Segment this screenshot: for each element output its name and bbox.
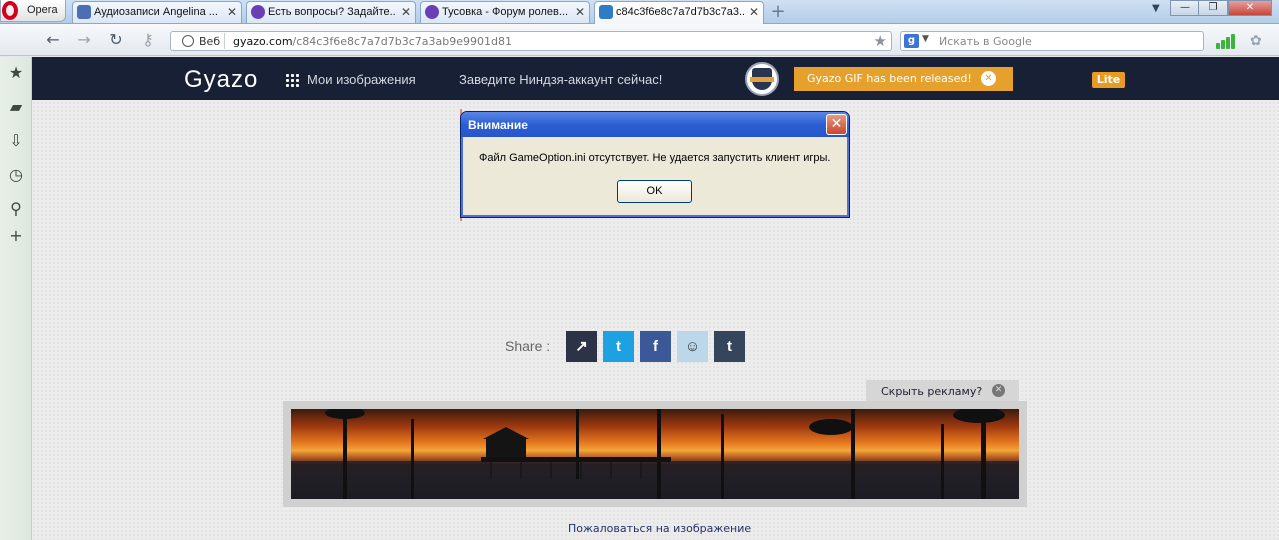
hide-ad-label: Скрыть рекламу? [881,385,983,398]
notes-icon[interactable]: ▰ [6,97,26,117]
key-icon[interactable]: ⚷ [137,30,159,50]
ninja-account-link[interactable]: Заведите Ниндзя-аккаунт сейчас! [459,72,662,87]
warning-dialog: Внимание ✕ Файл GameOption.ini отсутству… [461,112,849,217]
ninja-badge-icon[interactable] [745,62,779,96]
gif-announcement-text: Gyazo GIF has been released! [807,72,972,85]
search-engine-chevron-down-icon[interactable]: ▼ [922,34,929,44]
close-icon[interactable]: ✕ [992,384,1005,397]
opera-logo-icon [2,1,18,20]
dialog-message: Файл GameOption.ini отсутствует. Не удае… [479,152,831,164]
ninja-band-icon [750,77,774,82]
ad-banner-image[interactable] [291,409,1019,499]
tumblr-icon: t [727,338,732,355]
bookmark-star-icon[interactable]: ★ [874,32,887,50]
tumblr-button[interactable]: t [714,331,745,362]
minimize-button[interactable]: — [1170,0,1200,16]
facebook-button[interactable]: f [640,331,671,362]
tab-close-icon[interactable]: ✕ [575,5,585,19]
my-images-link[interactable]: Мои изображения [307,72,416,87]
tab-favicon-icon [251,5,265,19]
globe-icon [182,35,194,47]
side-panel: ★ ▰ ⇩ ◷ ⚲ + [0,57,32,540]
lite-badge[interactable]: Lite [1092,72,1125,88]
grid-icon[interactable] [285,73,299,87]
bookmarks-star-icon[interactable]: ★ [6,63,26,83]
tab-questions[interactable]: Есть вопросы? Задайте... ✕ [246,1,416,23]
url-text[interactable]: gyazo.com/c84c3f6e8c7a7d7b3c7a3ab9e9901d… [233,35,512,48]
address-field[interactable]: Веб gyazo.com/c84c3f6e8c7a7d7b3c7a3ab9e9… [170,31,892,51]
share-label: Share : [505,338,551,354]
tab-close-icon[interactable]: ✕ [401,5,411,19]
share-button[interactable]: ↗ [566,331,597,362]
google-icon[interactable]: g [904,34,919,48]
search-placeholder: Искать в Google [939,35,1032,48]
gif-announcement-banner[interactable]: Gyazo GIF has been released! ✕ [794,67,1013,91]
dialog-close-button[interactable]: ✕ [826,114,847,135]
ad-frame [283,401,1027,507]
tab-audio[interactable]: Аудиозаписи Angelina ... ✕ [72,1,242,23]
opera-menu-label: Opera [27,4,58,16]
address-toolbar: ← → ↻ ⚷ Веб gyazo.com/c84c3f6e8c7a7d7b3c… [0,24,1279,56]
search-field[interactable]: g ▼ Искать в Google [900,31,1204,51]
hide-ad-tab[interactable]: Скрыть рекламу? ✕ [866,380,1019,402]
add-panel-icon[interactable]: + [6,226,26,246]
gyazo-header: Gyazo Мои изображения Заведите Ниндзя-ак… [32,57,1279,100]
site-info-badge[interactable]: Веб [173,33,225,49]
unite-paw-icon[interactable]: ✿ [1250,33,1262,49]
dialog-title-bar: Внимание ✕ [461,112,849,137]
reddit-icon: ☺ [684,338,701,355]
gyazo-logo[interactable]: Gyazo [184,66,258,94]
tab-close-icon[interactable]: ✕ [749,5,759,19]
forward-icon[interactable]: → [73,30,95,50]
close-icon[interactable]: ✕ [981,71,996,86]
opera-menu-button[interactable]: Opera [0,0,66,22]
tab-title: c84c3f6e8c7a7d7b3c7a3... [616,6,744,18]
back-icon[interactable]: ← [42,30,64,50]
tab-title: Аудиозаписи Angelina ... [94,6,218,18]
tab-strip: Opera Аудиозаписи Angelina ... ✕ Есть во… [0,0,1279,24]
history-icon[interactable]: ◷ [6,165,26,185]
network-signal-icon[interactable] [1216,33,1235,49]
new-tab-icon[interactable]: + [768,2,788,22]
tab-forum[interactable]: Тусовка - Форум ролев... ✕ [420,1,590,23]
tab-gyazo-active[interactable]: c84c3f6e8c7a7d7b3c7a3... ✕ [594,1,764,24]
twitter-button[interactable]: t [603,331,634,362]
tab-favicon-icon [425,5,439,19]
site-info-label: Веб [199,35,221,48]
tab-favicon-icon [77,5,91,19]
tab-title: Есть вопросы? Задайте... [268,6,396,18]
ok-button[interactable]: OK [617,180,692,203]
tab-close-icon[interactable]: ✕ [227,5,237,19]
facebook-icon: f [653,338,658,355]
pier-sunset-illustration [291,409,1019,499]
dialog-title: Внимание [468,118,528,132]
tab-title: Тусовка - Форум ролев... [442,6,569,18]
close-window-button[interactable]: ✕ [1228,0,1272,16]
url-host: gyazo.com [233,35,293,48]
reddit-button[interactable]: ☺ [677,331,708,362]
web-page: Gyazo Мои изображения Заведите Ниндзя-ак… [32,57,1279,540]
tab-menu-chevron-down-icon[interactable]: ▼ [1152,3,1160,14]
url-path: /c84c3f6e8c7a7d7b3c7a3ab9e9901d81 [292,35,512,48]
downloads-icon[interactable]: ⇩ [6,131,26,151]
tab-favicon-icon [599,5,613,19]
share-icon: ↗ [575,338,588,355]
twitter-icon: t [616,338,621,355]
reload-icon[interactable]: ↻ [105,30,127,50]
search-icon[interactable]: ⚲ [6,199,26,219]
report-image-link[interactable]: Пожаловаться на изображение [568,522,751,535]
maximize-button[interactable]: ❐ [1198,0,1228,16]
